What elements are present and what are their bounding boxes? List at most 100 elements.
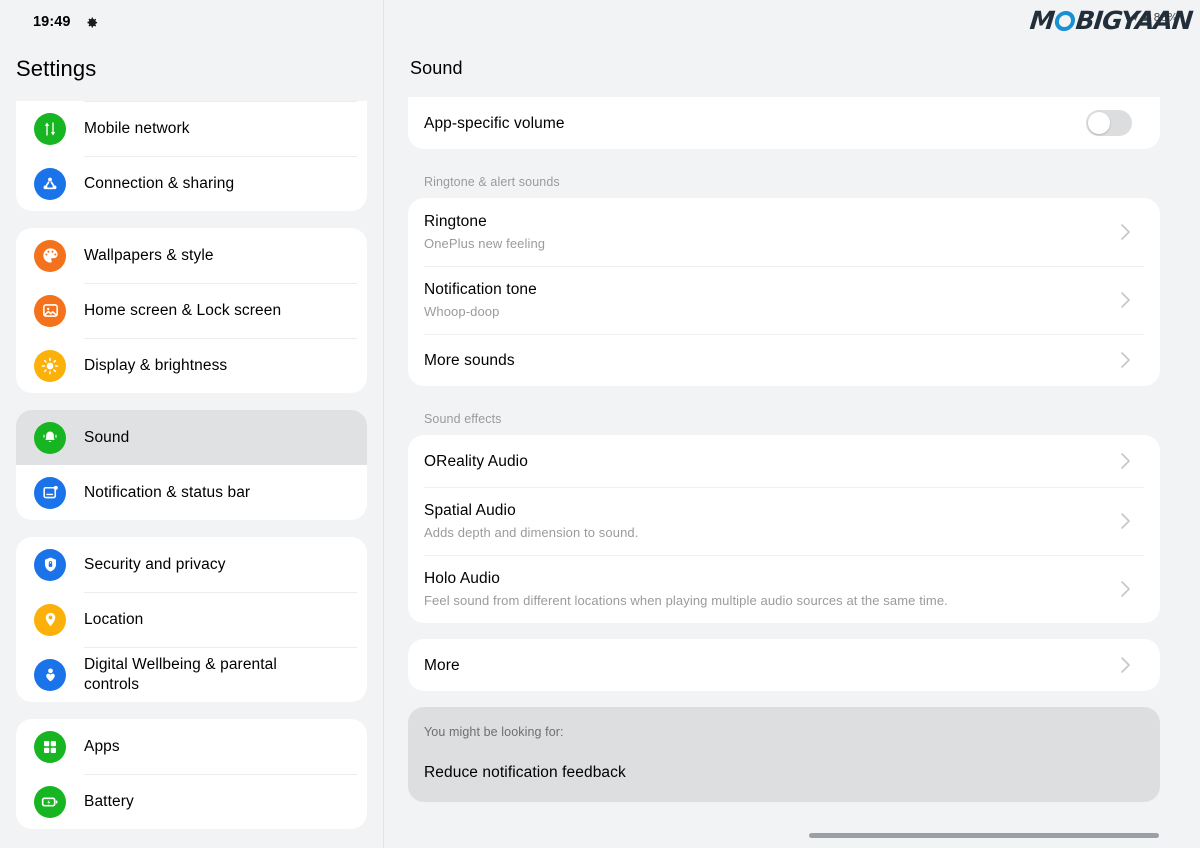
sidebar-item-label: Sound — [84, 428, 130, 446]
sidebar-item-battery[interactable]: Battery — [16, 774, 367, 829]
sidebar-group-privacy: Security and privacy Location Digital We… — [16, 537, 367, 702]
row-text-group: OReality Audio — [424, 451, 1106, 472]
row-text-group: More sounds — [424, 350, 1106, 371]
chevron-right-icon — [1120, 351, 1132, 369]
card-suggestions: You might be looking for: Reduce notific… — [408, 707, 1160, 802]
sidebar-item-label: Connection & sharing — [84, 174, 235, 192]
row-text-group: Spatial Audio Adds depth and dimension t… — [424, 500, 1106, 542]
battery-percent-label: 88% — [1153, 11, 1178, 24]
chevron-right-icon — [1120, 291, 1132, 309]
gesture-nav-handle[interactable] — [809, 833, 1159, 838]
detail-status-spacer — [384, 0, 1200, 44]
row-title: Ringtone — [424, 213, 487, 230]
card-ringtone-alert-sounds: Ringtone OnePlus new feeling Notificatio… — [408, 198, 1160, 386]
sidebar-item-location[interactable]: Location — [16, 592, 367, 647]
card-app-specific-volume: App-specific volume — [408, 97, 1160, 149]
row-subtitle: OnePlus new feeling — [424, 236, 546, 251]
section-label-sound-effects: Sound effects — [424, 412, 502, 426]
row-text-group: More — [424, 655, 1106, 676]
sidebar-item-label: Wallpapers & style — [84, 246, 214, 264]
status-bar-right-icons: ▾ ▴ 88% — [1132, 11, 1178, 24]
sidebar-scroll-area[interactable]: Mobile network Connection & sharing Wall… — [0, 101, 383, 848]
row-spatial-audio[interactable]: Spatial Audio Adds depth and dimension t… — [408, 487, 1160, 555]
tablet-settings-screen: 19:49 Settings Mobile network Connection… — [0, 0, 1200, 848]
sidebar-item-security-privacy[interactable]: Security and privacy — [16, 537, 367, 592]
row-title: App-specific volume — [424, 114, 565, 132]
row-subtitle: Adds depth and dimension to sound. — [424, 525, 639, 540]
gear-icon — [84, 15, 99, 30]
sun-icon — [34, 349, 66, 382]
sidebar-item-sound[interactable]: Sound — [16, 410, 367, 465]
chevron-right-icon — [1120, 580, 1132, 598]
row-text-group: App-specific volume — [424, 113, 1072, 134]
app-specific-volume-toggle[interactable] — [1086, 110, 1132, 136]
sidebar-group-personalization: Wallpapers & style Home screen & Lock sc… — [16, 228, 367, 393]
row-text-group: Notification tone Whoop-doop — [424, 279, 1106, 321]
sidebar-group-network: Mobile network Connection & sharing — [16, 101, 367, 211]
bell-sound-icon — [34, 421, 66, 454]
sidebar-item-label: Battery — [84, 792, 134, 810]
suggestions-label: You might be looking for: — [424, 725, 564, 739]
row-subtitle: Whoop-doop — [424, 304, 500, 319]
palette-icon — [34, 239, 66, 272]
page-title-settings: Settings — [16, 56, 97, 81]
row-title: More sounds — [424, 351, 515, 369]
sidebar-group-system: Apps Battery — [16, 719, 367, 829]
sidebar-item-digital-wellbeing[interactable]: Digital Wellbeing & parental controls — [16, 647, 367, 702]
row-oreality-audio[interactable]: OReality Audio — [408, 435, 1160, 487]
sidebar-item-home-lock-screen[interactable]: Home screen & Lock screen — [16, 283, 367, 338]
toggle-knob — [1088, 112, 1110, 134]
card-sound-effects: OReality Audio Spatial Audio Adds depth … — [408, 435, 1160, 623]
settings-detail-pane: ▾ ▴ 88% Sound App-specific volume Ringto… — [384, 0, 1200, 848]
sidebar-item-display-brightness[interactable]: Display & brightness — [16, 338, 367, 393]
card-more: More — [408, 639, 1160, 691]
row-title: OReality Audio — [424, 452, 528, 470]
chevron-right-icon — [1120, 512, 1132, 530]
mobile-network-icon — [34, 112, 66, 145]
sidebar-item-label: Display & brightness — [84, 356, 228, 374]
apps-grid-icon — [34, 730, 66, 763]
page-title-sound: Sound — [410, 58, 463, 78]
row-more[interactable]: More — [408, 639, 1160, 691]
chevron-right-icon — [1120, 452, 1132, 470]
sidebar-item-label: Security and privacy — [84, 555, 226, 573]
sidebar-item-label: Apps — [84, 737, 120, 755]
row-notification-tone[interactable]: Notification tone Whoop-doop — [408, 266, 1160, 334]
sidebar-item-wallpapers-style[interactable]: Wallpapers & style — [16, 228, 367, 283]
sidebar-item-label: Location — [84, 610, 144, 628]
sidebar-item-label: Mobile network — [84, 119, 190, 137]
sidebar-item-label: Home screen & Lock screen — [84, 301, 282, 319]
wifi-icon: ▾ — [1132, 11, 1139, 24]
wellbeing-icon — [34, 658, 66, 691]
section-label-ringtone-alert-sounds: Ringtone & alert sounds — [424, 175, 560, 189]
sidebar-item-label: Notification & status bar — [84, 483, 251, 501]
status-bar-clock: 19:49 — [33, 14, 71, 30]
status-bar: 19:49 — [0, 0, 383, 44]
row-title: Spatial Audio — [424, 502, 516, 519]
sidebar-group-sound: Sound Notification & status bar — [16, 410, 367, 520]
shield-lock-icon — [34, 548, 66, 581]
chevron-right-icon — [1120, 656, 1132, 674]
suggestion-reduce-notification-feedback[interactable]: Reduce notification feedback — [424, 764, 1144, 782]
row-subtitle: Feel sound from different locations when… — [424, 593, 948, 608]
row-title: Notification tone — [424, 281, 537, 298]
row-title: Holo Audio — [424, 570, 500, 587]
detail-scroll-area[interactable]: App-specific volume Ringtone & alert sou… — [384, 97, 1200, 848]
row-text-group: Ringtone OnePlus new feeling — [424, 211, 1106, 253]
connection-sharing-icon — [34, 167, 66, 200]
image-icon — [34, 294, 66, 327]
sidebar-item-label: Digital Wellbeing & parental controls — [84, 655, 277, 693]
location-pin-icon — [34, 603, 66, 636]
row-holo-audio[interactable]: Holo Audio Feel sound from different loc… — [408, 555, 1160, 623]
notification-bar-icon — [34, 476, 66, 509]
row-app-specific-volume[interactable]: App-specific volume — [408, 97, 1160, 149]
settings-sidebar-pane: 19:49 Settings Mobile network Connection… — [0, 0, 384, 848]
chevron-right-icon — [1120, 223, 1132, 241]
battery-icon — [34, 785, 66, 818]
sidebar-item-mobile-network[interactable]: Mobile network — [16, 101, 367, 156]
row-ringtone[interactable]: Ringtone OnePlus new feeling — [408, 198, 1160, 266]
sidebar-item-notification-status-bar[interactable]: Notification & status bar — [16, 465, 367, 520]
row-more-sounds[interactable]: More sounds — [408, 334, 1160, 386]
sidebar-item-apps[interactable]: Apps — [16, 719, 367, 774]
sidebar-item-connection-sharing[interactable]: Connection & sharing — [16, 156, 367, 211]
